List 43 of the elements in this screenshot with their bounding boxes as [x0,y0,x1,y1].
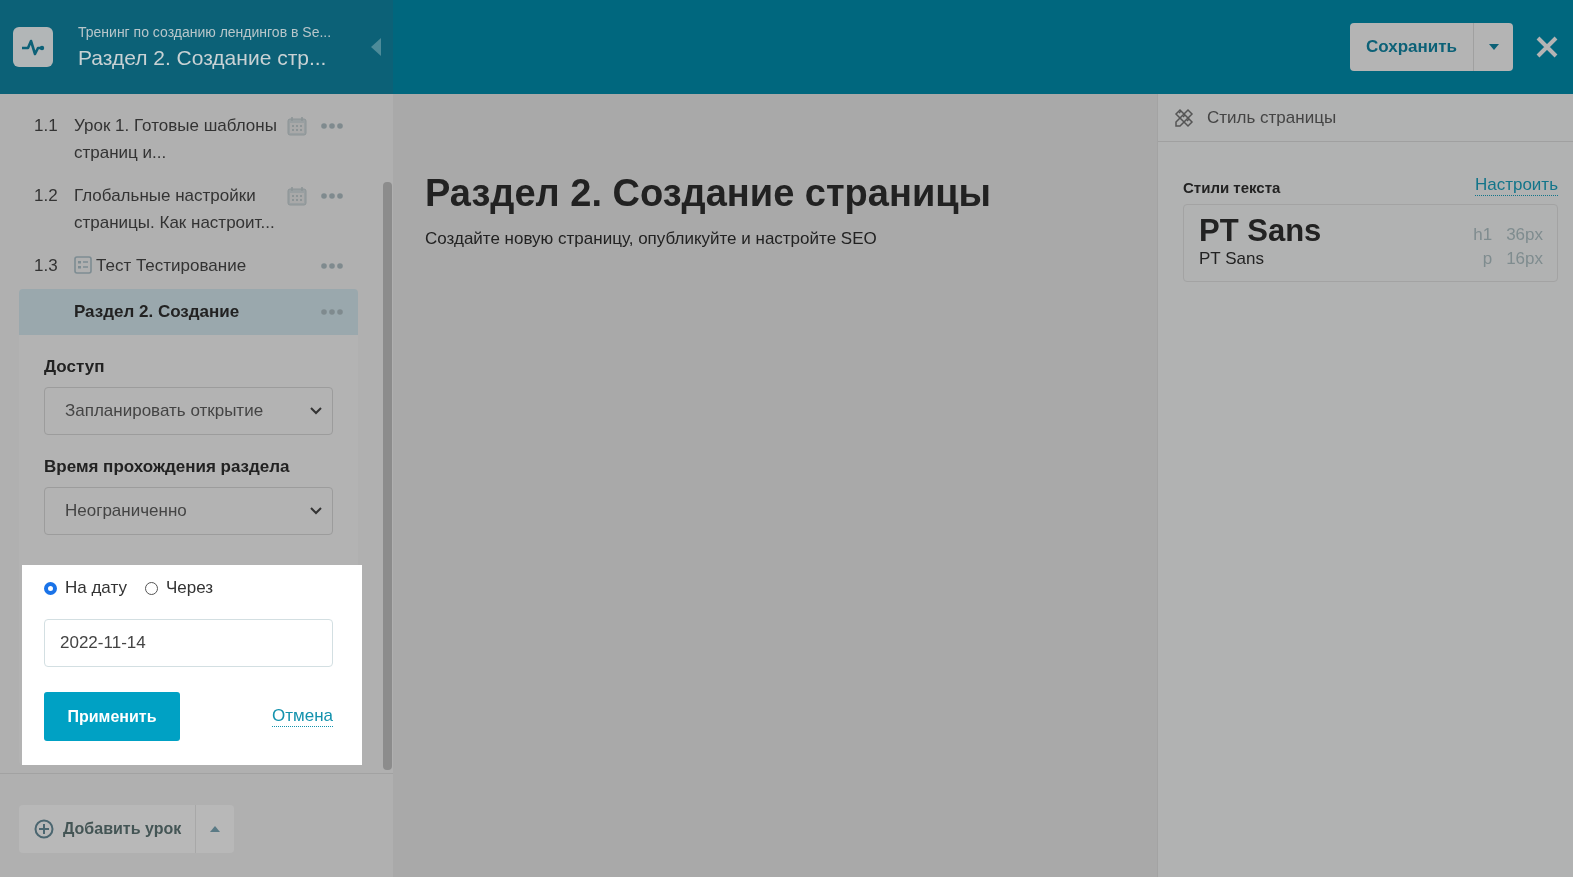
section-title: Раздел 2. Создание стр... [78,46,328,70]
pencil-ruler-icon [1173,106,1195,129]
chevron-down-icon [310,507,322,515]
more-options-icon[interactable] [321,123,343,129]
test-icon [74,256,92,274]
caret-down-icon [1488,44,1499,50]
duration-select[interactable]: Неограниченно [44,487,333,535]
heading-font-name: PT Sans [1199,213,1322,249]
radio-label[interactable]: Через [165,578,214,598]
apply-button[interactable]: Применить [44,692,180,741]
chevron-down-icon [310,407,322,415]
access-select[interactable]: Запланировать открытие [44,387,333,435]
body-font-name: PT Sans [1199,249,1265,269]
more-options-icon[interactable] [321,263,343,269]
more-options-icon[interactable] [321,193,343,199]
more-options-icon[interactable] [321,309,343,315]
cancel-link[interactable]: Отмена [272,706,333,727]
page-description: Создайте новую страницу, опубликуйте и настройте SEO [425,229,878,249]
course-title: Тренинг по созданию лендингов в Se... [78,24,333,40]
duration-label: Время прохождения раздела [44,457,291,477]
lesson-title[interactable]: Урок 1. Готовые шаблоны страниц и... [74,112,279,166]
calendar-icon [287,186,307,206]
lesson-number: 1.1 [34,115,59,137]
lesson-number: 1.3 [34,255,59,277]
page-style-tab[interactable]: Стиль страницы [1158,94,1573,142]
section-item[interactable]: Раздел 2. Создание [19,289,358,335]
lesson-title[interactable]: Глобальные настройки страницы. Как настроит... [74,182,279,236]
radio-button[interactable] [44,581,57,595]
collapse-sidebar-icon[interactable] [371,38,381,56]
calendar-icon [287,116,307,136]
lesson-title[interactable]: Тест Тестирование [96,252,281,279]
scrollbar[interactable] [383,182,392,770]
radio-label[interactable]: На дату [65,578,127,598]
caret-up-icon [210,826,221,832]
plus-circle-icon [34,819,54,839]
close-icon[interactable] [1535,35,1559,59]
lesson-number: 1.2 [34,185,59,207]
access-label: Доступ [44,357,106,377]
date-field[interactable]: 2022-11-14 [44,619,333,667]
text-styles-heading: Стили текста [1183,179,1281,196]
tab-label: Стиль страницы [1207,107,1337,128]
pulse-logo-icon [13,27,53,67]
page-heading: Раздел 2. Создание страницы [425,172,993,215]
